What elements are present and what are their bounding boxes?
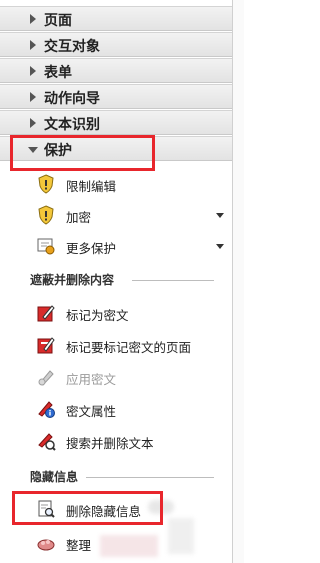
group-redact-header: 遮蔽并删除内容: [0, 268, 232, 290]
item-label: 限制编辑: [66, 179, 117, 194]
section-pages[interactable]: 页面: [0, 6, 232, 31]
item-label: 整理: [66, 538, 92, 553]
item-label: 搜索并删除文本: [66, 436, 154, 451]
apply-redaction-icon: [38, 370, 54, 386]
section-label: 文本识别: [44, 117, 100, 133]
section-interactive-objects[interactable]: 交互对象: [0, 32, 232, 57]
search-and-remove-text-item[interactable]: 搜索并删除文本: [0, 427, 232, 455]
more-protection-item[interactable]: 更多保护: [0, 232, 232, 260]
item-label: 标记为密文: [66, 308, 129, 323]
group-title: 遮蔽并删除内容: [30, 273, 115, 287]
dropdown-arrow-icon[interactable]: [216, 213, 224, 218]
blurred-watermark: [100, 535, 158, 557]
search-redact-icon: [38, 433, 56, 451]
mark-for-redaction-item[interactable]: 标记为密文: [0, 299, 232, 327]
expand-arrow-icon: [30, 118, 36, 128]
highlight-box-protect: [10, 135, 155, 171]
expand-arrow-icon: [30, 66, 36, 76]
expand-arrow-icon: [30, 40, 36, 50]
redaction-properties-item[interactable]: 密文属性: [0, 395, 232, 423]
item-label: 应用密文: [66, 372, 117, 387]
scrollbar-track[interactable]: [233, 0, 244, 563]
group-hidden-info-header: 隐藏信息: [0, 465, 232, 487]
divider: [86, 477, 214, 478]
redact-pages-icon: [37, 337, 55, 354]
section-forms[interactable]: 表单: [0, 58, 232, 83]
expand-arrow-icon: [30, 14, 36, 24]
section-action-wizard[interactable]: 动作向导: [0, 84, 232, 109]
restrict-editing-item[interactable]: 限制编辑: [0, 170, 232, 198]
apply-redactions-item: 应用密文: [0, 363, 232, 391]
item-label: 加密: [66, 210, 92, 225]
redaction-properties-icon: [38, 401, 55, 418]
divider: [132, 280, 214, 281]
section-label: 动作向导: [44, 91, 100, 107]
encrypt-item[interactable]: 加密: [0, 201, 232, 229]
certificate-icon: [37, 238, 55, 255]
shield-icon: [38, 174, 54, 194]
shield-icon: [38, 205, 54, 225]
section-label: 表单: [44, 65, 72, 81]
section-text-recognition[interactable]: 文本识别: [0, 110, 232, 135]
expand-arrow-icon: [30, 92, 36, 102]
section-label: 交互对象: [44, 39, 100, 55]
dropdown-arrow-icon[interactable]: [216, 244, 224, 249]
group-title: 隐藏信息: [30, 470, 79, 484]
sanitize-icon: [37, 539, 55, 551]
tools-panel: 页面 交互对象 表单 动作向导 文本识别 保护 限制编辑 加密 更多保护 遮蔽并…: [0, 0, 233, 563]
mark-pages-item[interactable]: 标记要标记密文的页面: [0, 331, 232, 359]
highlight-box-remove-hidden-info: [12, 491, 163, 525]
blurred-watermark: [168, 518, 194, 554]
item-label: 标记要标记密文的页面: [66, 340, 192, 355]
item-label: 更多保护: [66, 241, 117, 256]
item-label: 密文属性: [66, 404, 117, 419]
redact-pen-icon: [37, 305, 55, 322]
section-label: 页面: [44, 13, 72, 29]
